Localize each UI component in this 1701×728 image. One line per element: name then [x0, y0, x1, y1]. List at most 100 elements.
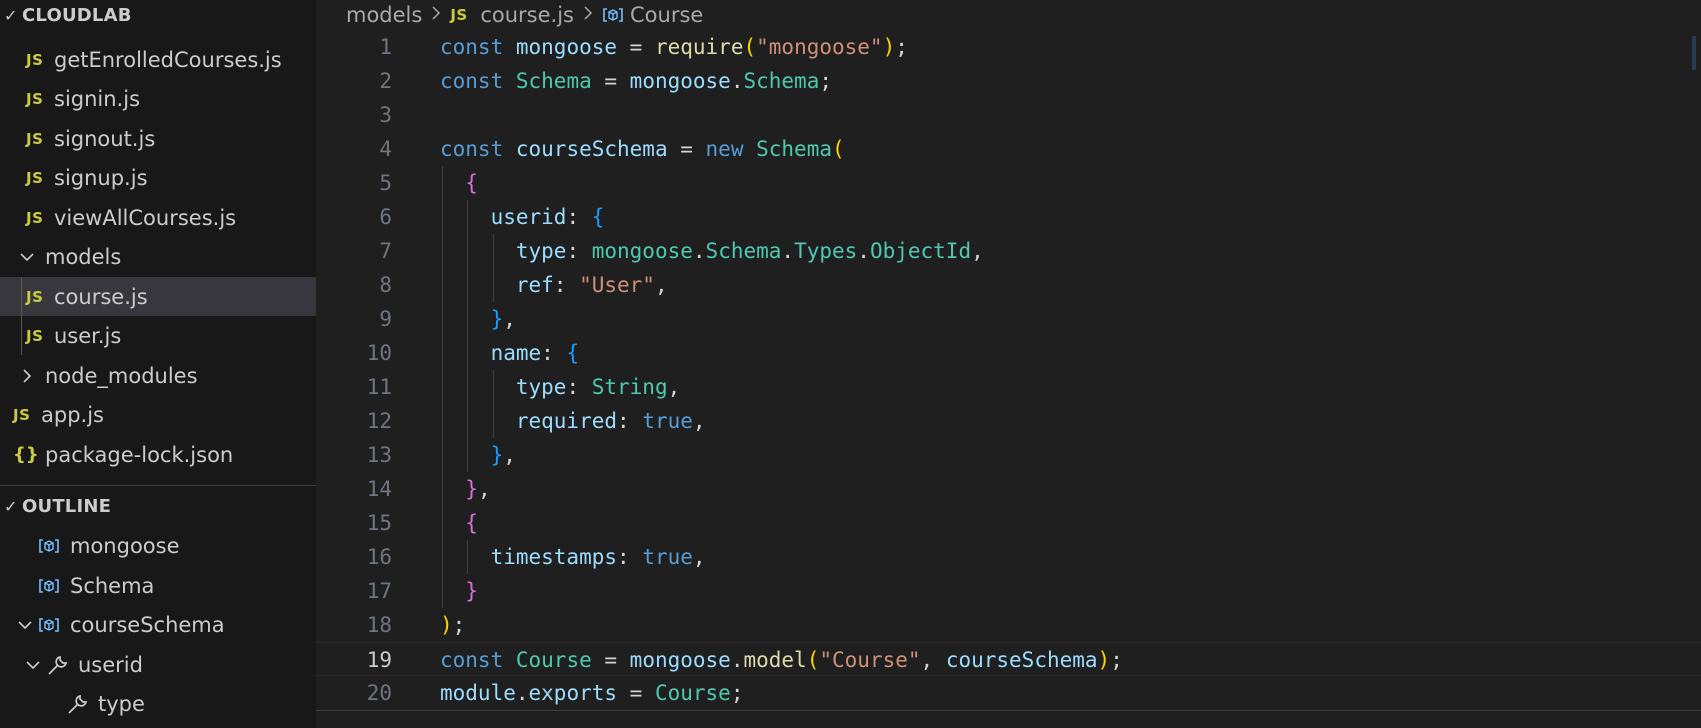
code-token: courseSchema: [945, 648, 1098, 672]
breadcrumb-file[interactable]: course.js: [480, 3, 574, 27]
code-line[interactable]: 3: [316, 98, 1701, 132]
code-token: .: [730, 648, 744, 672]
code-line[interactable]: 16 timestamps: true,: [316, 540, 1701, 574]
horizontal-scrollbar-track[interactable]: [316, 710, 1701, 711]
outline-item-courseschema[interactable]: courseSchema: [0, 605, 316, 644]
line-number: 19: [366, 648, 392, 672]
code-token: Schema: [705, 239, 782, 263]
code-text: const courseSchema = new Schema(: [440, 132, 845, 166]
line-number: 20: [366, 681, 392, 705]
code-token: const: [440, 35, 504, 59]
code-line[interactable]: 20 module.exports = Course;: [316, 676, 1701, 710]
code-line[interactable]: 7 type: mongoose.Schema.Types.ObjectId,: [316, 234, 1701, 268]
file-item-signin[interactable]: JS signin.js: [0, 79, 316, 118]
code-token: userid: [490, 205, 567, 229]
code-line[interactable]: 2 const Schema = mongoose.Schema;: [316, 64, 1701, 98]
code-token: const: [440, 69, 504, 93]
folder-item-node-modules[interactable]: node_modules: [0, 356, 316, 395]
code-token: ,: [477, 477, 491, 501]
file-item-user[interactable]: JS user.js: [0, 316, 316, 355]
outline-item-userid[interactable]: userid: [0, 645, 316, 684]
code-token: ObjectId: [869, 239, 972, 263]
code-line[interactable]: 13 },: [316, 438, 1701, 472]
code-token: ,: [654, 273, 668, 297]
code-line[interactable]: 14 },: [316, 472, 1701, 506]
chevron-down-icon: [20, 657, 46, 673]
js-file-icon: JS: [26, 89, 44, 108]
outline-item-type[interactable]: type: [0, 684, 316, 723]
explorer-section-header[interactable]: ✓ CLOUDLAB: [0, 0, 316, 30]
code-line[interactable]: 18);: [316, 608, 1701, 642]
outline-section-header[interactable]: ✓ OUTLINE: [0, 491, 316, 521]
code-text: }: [440, 574, 478, 608]
code-line[interactable]: 12 required: true,: [316, 404, 1701, 438]
js-file-icon: JS: [26, 50, 44, 69]
code-line[interactable]: 10 name: {: [316, 336, 1701, 370]
file-label: getEnrolledCourses.js: [54, 47, 282, 72]
line-number: 16: [366, 545, 392, 569]
code-text: },: [440, 302, 516, 336]
code-text: },: [440, 472, 491, 506]
code-line[interactable]: 19 const Course = mongoose.model("Course"…: [316, 642, 1701, 676]
breadcrumb-folder[interactable]: models: [346, 3, 422, 27]
code-line[interactable]: 17 }: [316, 574, 1701, 608]
code-token: }: [490, 307, 504, 331]
outline-item-schema[interactable]: Schema: [0, 566, 316, 605]
line-number: 10: [366, 341, 392, 365]
code-line[interactable]: 11 type: String,: [316, 370, 1701, 404]
file-item-course[interactable]: JS course.js: [0, 277, 316, 316]
file-item-signout[interactable]: JS signout.js: [0, 119, 316, 158]
code-text: module.exports = Course;: [440, 676, 743, 710]
code-token: model: [743, 648, 807, 672]
chevron-down-icon: [14, 249, 40, 265]
code-line[interactable]: 1 const mongoose = require("mongoose");: [316, 30, 1701, 64]
code-text: required: true,: [440, 404, 706, 438]
folder-item-models[interactable]: models: [0, 237, 316, 276]
code-editor[interactable]: 1 const mongoose = require("mongoose"); 2 c…: [316, 30, 1701, 710]
breadcrumb: models JS course.js Course: [346, 0, 703, 30]
minimap-slider[interactable]: [1692, 36, 1696, 70]
file-label: viewAllCourses.js: [54, 205, 237, 230]
code-token: Schema: [515, 69, 592, 93]
code-text: type: String,: [440, 370, 680, 404]
line-number: 18: [366, 613, 392, 637]
json-file-icon: {}: [13, 444, 39, 465]
code-text: ref: "User",: [440, 268, 668, 302]
file-item-viewallcourses[interactable]: JS viewAllCourses.js: [0, 198, 316, 237]
code-text: );: [440, 608, 465, 642]
file-item-package-lock[interactable]: {} package-lock.json: [0, 435, 316, 474]
code-token: "User": [579, 273, 655, 297]
section-divider: [0, 485, 316, 486]
code-line[interactable]: 5 {: [316, 166, 1701, 200]
line-number: 12: [366, 409, 392, 433]
file-item-getenrolledcourses[interactable]: JS getEnrolledCourses.js: [0, 40, 316, 79]
code-token: .: [692, 239, 706, 263]
code-line[interactable]: 8 ref: "User",: [316, 268, 1701, 302]
line-number: 15: [366, 511, 392, 535]
outline-item-mongoose[interactable]: mongoose: [0, 526, 316, 565]
code-token: Schema: [756, 137, 832, 161]
code-token: "mongoose": [756, 35, 883, 59]
code-text: userid: {: [440, 200, 605, 234]
code-token: const: [440, 137, 504, 161]
folder-label: models: [45, 244, 122, 269]
code-token: .: [857, 239, 870, 263]
sidebar: ✓ CLOUDLAB JS getEnrolledCourses.js JS s…: [0, 0, 316, 728]
file-item-app[interactable]: JS app.js: [0, 395, 316, 434]
code-line[interactable]: 9 },: [316, 302, 1701, 336]
file-label: signin.js: [54, 86, 141, 111]
code-token: :: [566, 239, 592, 263]
code-line[interactable]: 6 userid: {: [316, 200, 1701, 234]
code-token: :: [553, 273, 580, 297]
breadcrumb-symbol[interactable]: Course: [630, 3, 703, 27]
code-line[interactable]: 4 const courseSchema = new Schema(: [316, 132, 1701, 166]
code-line[interactable]: 15 {: [316, 506, 1701, 540]
code-token: required: [515, 409, 618, 433]
code-token: name: [490, 341, 542, 365]
file-item-signup[interactable]: JS signup.js: [0, 158, 316, 197]
